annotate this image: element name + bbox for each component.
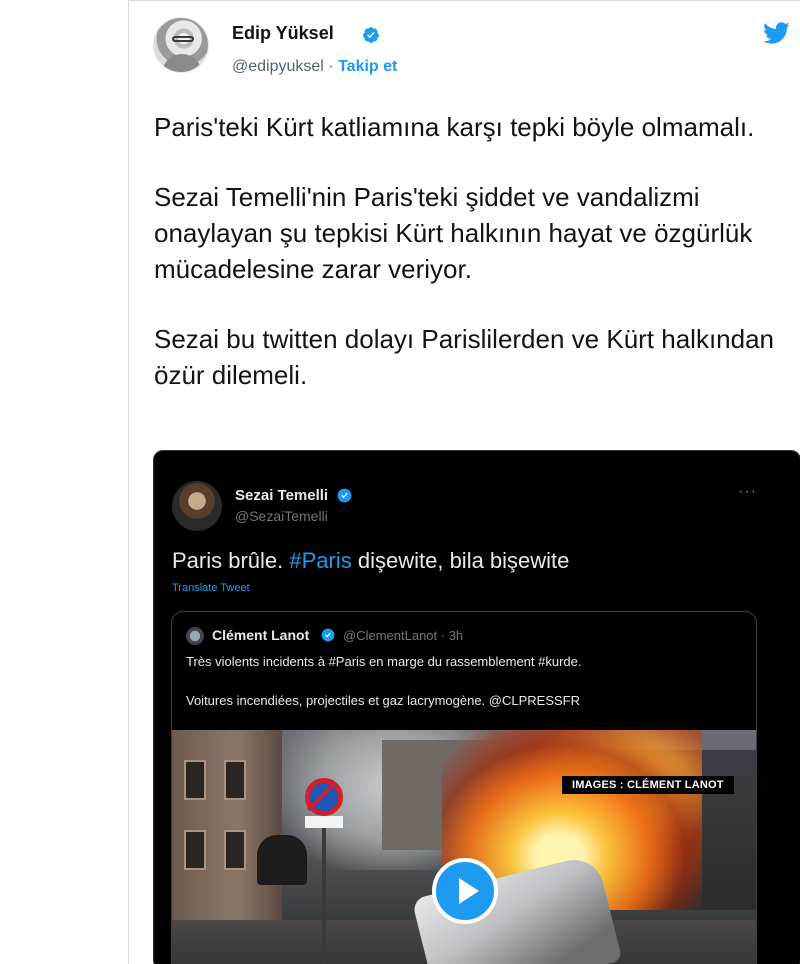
avatar-glasses: [172, 36, 194, 42]
author-avatar[interactable]: [153, 17, 209, 73]
no-parking-sign: [305, 778, 343, 816]
tweet-paragraph: Sezai Temelli'nin Paris'teki şiddet ve v…: [154, 182, 753, 284]
sign-pole: [322, 820, 326, 964]
embedded-author-avatar: [172, 481, 222, 531]
embedded-tweet-text: Paris brûle. #Paris dişewite, bila bişew…: [172, 548, 569, 574]
quoted-handle-time: @ClementLanot · 3h: [343, 628, 464, 643]
handle-row: @edipyuksel · Takip et: [232, 58, 397, 76]
embedded-author-name: Sezai Temelli: [235, 487, 329, 504]
avatar-shoulders: [162, 54, 202, 72]
media-caption: IMAGES : CLÉMENT LANOT: [562, 776, 734, 794]
window: [184, 760, 206, 800]
play-icon[interactable]: [432, 858, 498, 924]
tweet-text: Paris'teki Kürt katliamına karşı tepki b…: [154, 109, 794, 427]
crowd: [257, 835, 307, 885]
sign-plate: [305, 816, 343, 828]
translate-tweet-link: Translate Tweet: [172, 582, 250, 594]
quoted-author-name: Clément Lanot: [212, 627, 310, 643]
quoted-text-line: Voitures incendiées, projectiles et gaz …: [186, 693, 580, 708]
tweet-paragraph: Paris'teki Kürt katliamına karşı tepki b…: [154, 112, 755, 142]
handle-separator: ·: [328, 58, 334, 75]
embedded-author-handle: @SezaiTemelli: [235, 508, 328, 524]
window: [224, 760, 246, 800]
window: [184, 830, 206, 870]
embedded-tweet-screenshot[interactable]: Sezai Temelli @SezaiTemelli ··· Paris br…: [153, 450, 800, 964]
author-handle[interactable]: @edipyuksel: [232, 58, 324, 75]
verified-badge-icon: [363, 27, 379, 43]
more-icon: ···: [738, 483, 757, 500]
verified-badge-icon: [337, 488, 352, 503]
quoted-text-line: Très violents incidents à #Paris en marg…: [186, 654, 582, 669]
tweet-card: Edip Yüksel @edipyuksel · Takip et Paris…: [128, 0, 800, 964]
video-thumbnail: IMAGES : CLÉMENT LANOT: [172, 730, 756, 964]
tweet-paragraph: Sezai bu twitten dolayı Parislilerden ve…: [154, 324, 775, 390]
embedded-hashtag: #Paris: [289, 548, 352, 573]
window: [224, 830, 246, 870]
follow-button[interactable]: Takip et: [338, 58, 397, 75]
embedded-text-end: dişewite, bila bişewite: [351, 548, 570, 573]
verified-badge-icon: [321, 628, 335, 642]
twitter-bird-icon[interactable]: [759, 19, 793, 47]
quoted-author-avatar: [186, 627, 204, 645]
quoted-tweet: Clément Lanot @ClementLanot · 3h Très vi…: [171, 611, 757, 964]
embedded-text-start: Paris brûle.: [172, 548, 290, 573]
author-name[interactable]: Edip Yüksel: [232, 23, 334, 44]
